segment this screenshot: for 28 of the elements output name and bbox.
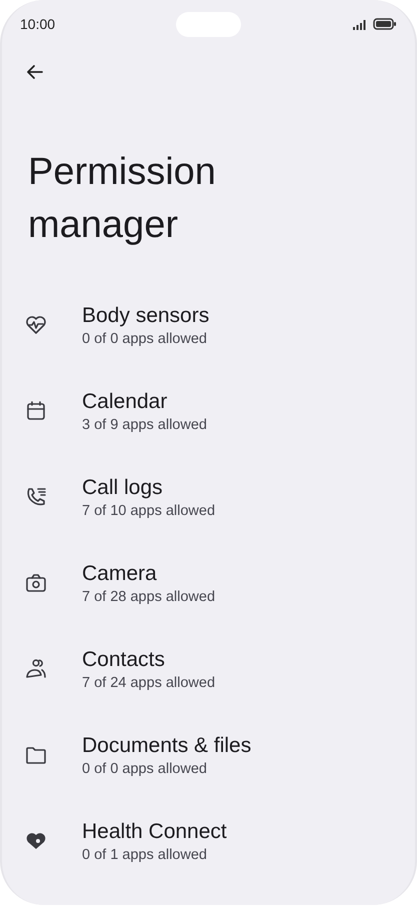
permission-summary: 0 of 0 apps allowed	[82, 760, 208, 776]
permission-item[interactable]: Camera 7 of 28 apps allowed	[2, 540, 415, 626]
permission-item[interactable]: Body sensors 0 of 0 apps allowed	[2, 282, 415, 368]
permission-summary: 7 of 28 apps allowed	[82, 588, 216, 604]
permission-label: Calendar	[82, 390, 168, 414]
page-title: Permission manager	[28, 150, 217, 248]
status-time: 10:00	[20, 16, 56, 32]
camera-icon	[24, 571, 48, 595]
calendar-icon	[24, 399, 48, 423]
permission-label: Health Connect	[82, 820, 227, 844]
permission-item[interactable]: Health Connect 0 of 1 apps allowed	[2, 798, 415, 884]
permission-label: Documents & files	[82, 734, 252, 758]
permission-summary: 0 of 0 apps allowed	[82, 330, 208, 346]
permission-item[interactable]: Call logs 7 of 10 apps allowed	[2, 454, 415, 540]
permission-item[interactable]: Documents & files 0 of 0 apps allowed	[2, 712, 415, 798]
permission-item[interactable]: Contacts 7 of 24 apps allowed	[2, 626, 415, 712]
permission-item[interactable]: Calendar 3 of 9 apps allowed	[2, 368, 415, 454]
battery-icon	[373, 18, 397, 30]
permission-label: Camera	[82, 562, 158, 586]
permission-summary: 0 of 1 apps allowed	[82, 846, 208, 862]
permission-label: Body sensors	[82, 304, 210, 328]
permission-label: Contacts	[82, 648, 166, 672]
permission-summary: 7 of 24 apps allowed	[82, 674, 216, 690]
heart-pulse-icon	[24, 313, 48, 337]
permission-summary: 3 of 9 apps allowed	[82, 416, 207, 432]
permission-summary: 7 of 10 apps allowed	[82, 502, 216, 518]
people-icon	[24, 657, 48, 681]
permission-label: Call logs	[82, 476, 164, 500]
